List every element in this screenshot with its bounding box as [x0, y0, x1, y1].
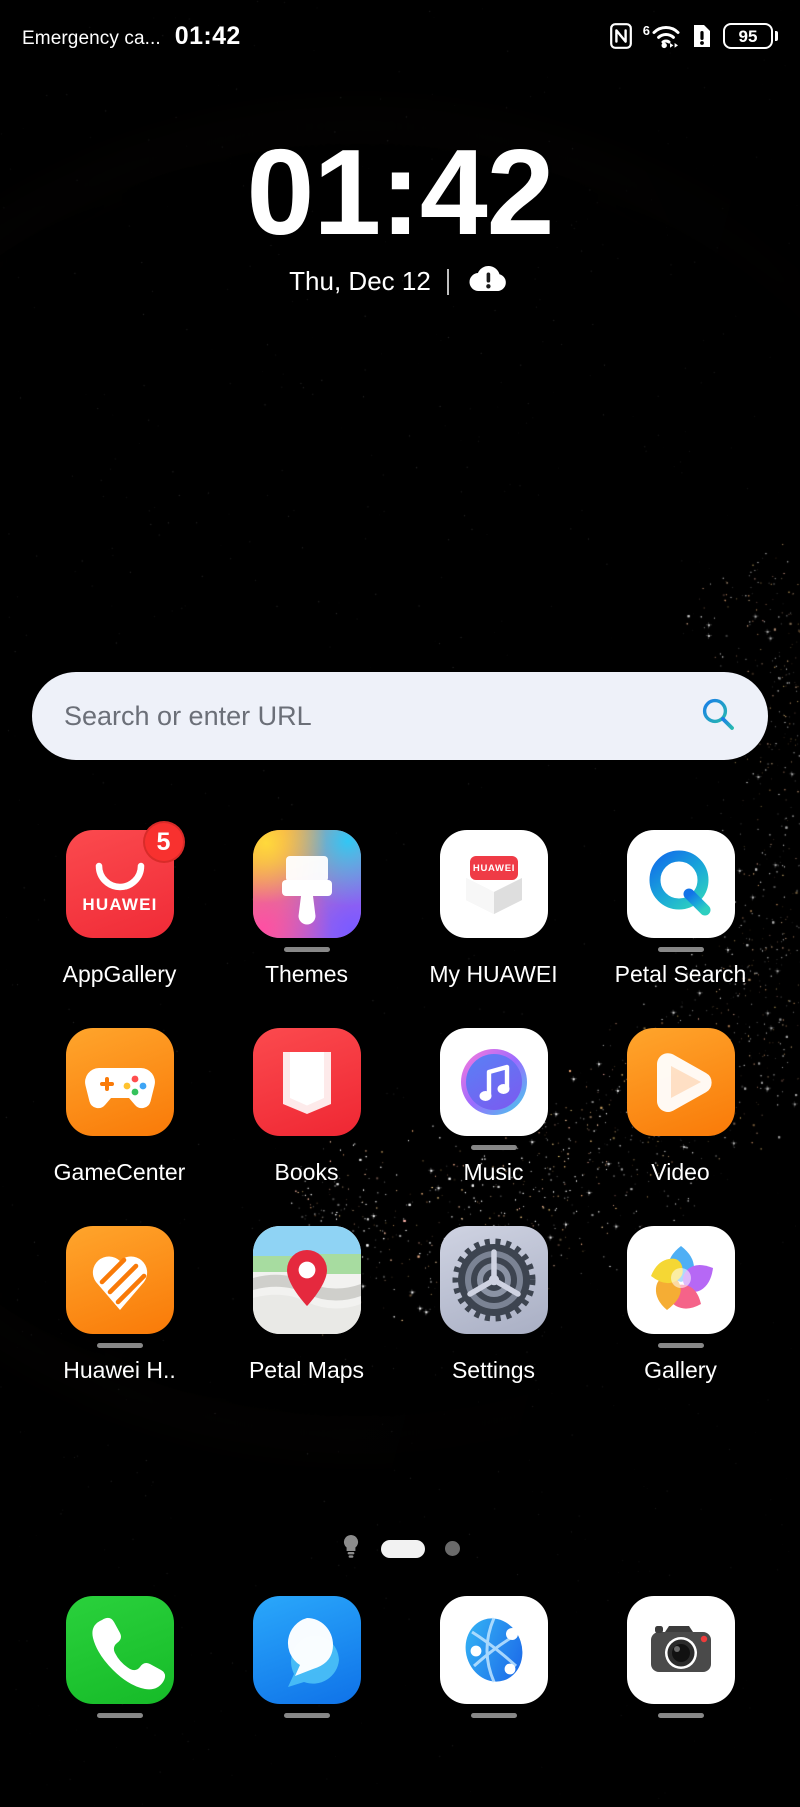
- update-bar: [657, 1713, 704, 1718]
- dock-item-camera[interactable]: [587, 1596, 774, 1718]
- clock-widget[interactable]: 01:42 Thu, Dec 12: [0, 128, 800, 301]
- app-label: Themes: [264, 961, 349, 987]
- gallery-icon[interactable]: [626, 1226, 735, 1334]
- icon-wrap: [439, 1226, 548, 1334]
- app-row: GameCenter Books Music Video: [26, 1028, 774, 1186]
- wifi-icon: 6: [643, 23, 681, 49]
- books-icon[interactable]: [252, 1028, 361, 1136]
- themes-icon[interactable]: [252, 830, 361, 938]
- app-label: AppGallery: [62, 961, 177, 987]
- app-label: Settings: [451, 1357, 536, 1383]
- icon-wrap: [65, 1226, 174, 1334]
- clock-subline: Thu, Dec 12: [0, 262, 800, 301]
- icon-wrap: [626, 1028, 735, 1136]
- app-books[interactable]: Books: [213, 1028, 400, 1186]
- update-bar: [283, 947, 330, 952]
- app-video[interactable]: Video: [587, 1028, 774, 1186]
- icon-wrap: [252, 1226, 361, 1334]
- app-appgallery[interactable]: HUAWEI 5 AppGallery: [26, 821, 213, 988]
- battery-cap: [775, 31, 778, 41]
- cloud-alert-icon[interactable]: [465, 262, 511, 301]
- dock-item-browser[interactable]: [400, 1596, 587, 1718]
- app-gamecenter[interactable]: GameCenter: [26, 1028, 213, 1186]
- update-bar: [283, 1713, 330, 1718]
- icon-wrap: [439, 1028, 548, 1136]
- app-label: Huawei H..: [63, 1357, 176, 1383]
- battery-body: 95: [723, 23, 773, 49]
- icon-wrap: [65, 1028, 174, 1136]
- subline-divider: [446, 268, 449, 295]
- app-petal-search[interactable]: Petal Search: [587, 830, 774, 988]
- video-icon[interactable]: [626, 1028, 735, 1136]
- wifi-generation-label: 6: [642, 23, 650, 38]
- page-indicator: [0, 1533, 800, 1564]
- icon-wrap: [252, 1028, 361, 1136]
- svg-text:HUAWEI: HUAWEI: [82, 895, 157, 914]
- update-bar: [96, 1713, 143, 1718]
- messages-icon[interactable]: [252, 1596, 361, 1704]
- svg-text:HUAWEI: HUAWEI: [472, 863, 514, 874]
- app-label: Video: [651, 1159, 710, 1185]
- update-bar: [657, 947, 704, 952]
- update-bar: [470, 1145, 517, 1150]
- status-bar-left: Emergency ca... 01:42: [22, 22, 241, 51]
- status-bar: Emergency ca... 01:42 6 95: [0, 0, 800, 72]
- icon-wrap: [626, 830, 735, 938]
- update-bar: [470, 1713, 517, 1718]
- app-themes[interactable]: Themes: [213, 830, 400, 988]
- my-huawei-icon[interactable]: HUAWEI: [439, 830, 548, 938]
- active-page-pill[interactable]: [380, 1539, 425, 1558]
- app-label: Books: [274, 1159, 339, 1185]
- search-bar[interactable]: Search or enter URL: [32, 672, 768, 760]
- app-label: Petal Search: [614, 961, 747, 987]
- app-label: GameCenter: [53, 1159, 186, 1185]
- status-bar-clock: 01:42: [174, 21, 241, 50]
- huawei-health-icon[interactable]: [65, 1226, 174, 1334]
- status-bar-right: 6 95: [609, 23, 778, 49]
- browser-icon[interactable]: [439, 1596, 548, 1704]
- search-icon[interactable]: [698, 694, 738, 739]
- sim-alert-icon: [692, 23, 712, 49]
- update-bar: [657, 1343, 704, 1348]
- app-label: Petal Maps: [248, 1357, 365, 1383]
- petal-maps-icon[interactable]: [252, 1226, 361, 1334]
- carrier-label: Emergency ca...: [22, 27, 161, 49]
- app-huawei-health[interactable]: Huawei H..: [26, 1226, 213, 1384]
- icon-wrap: [252, 830, 361, 938]
- petal-search-icon[interactable]: [626, 830, 735, 938]
- app-row: Huawei H.. Petal Maps Settings Gallery: [26, 1226, 774, 1384]
- battery-icon: 95: [723, 23, 778, 49]
- battery-level-label: 95: [738, 26, 758, 46]
- dock: [0, 1596, 800, 1718]
- app-label: Gallery: [644, 1357, 717, 1383]
- search-input[interactable]: Search or enter URL: [64, 701, 698, 732]
- app-label: My HUAWEI: [429, 961, 558, 987]
- camera-icon[interactable]: [626, 1596, 735, 1704]
- nfc-icon: [609, 23, 632, 49]
- lightbulb-icon[interactable]: [341, 1533, 361, 1564]
- icon-wrap: [626, 1226, 735, 1334]
- gamecenter-icon[interactable]: [65, 1028, 174, 1136]
- clock-time: 01:42: [246, 124, 554, 260]
- dock-item-phone[interactable]: [26, 1596, 213, 1718]
- phone-icon[interactable]: [65, 1596, 174, 1704]
- page-dot[interactable]: [444, 1541, 460, 1556]
- app-my-huawei[interactable]: HUAWEI My HUAWEI: [400, 830, 587, 988]
- app-gallery[interactable]: Gallery: [587, 1226, 774, 1384]
- app-label: Music: [463, 1159, 524, 1185]
- icon-wrap: HUAWEI: [439, 830, 548, 938]
- dock-row: [26, 1596, 774, 1718]
- dock-item-messages[interactable]: [213, 1596, 400, 1718]
- app-music[interactable]: Music: [400, 1028, 587, 1186]
- app-grid: HUAWEI 5 AppGallery Themes HUAWEI My HUA…: [0, 821, 800, 1384]
- update-bar: [96, 1343, 143, 1348]
- notification-badge: 5: [142, 821, 185, 863]
- settings-icon[interactable]: [439, 1226, 548, 1334]
- app-petal-maps[interactable]: Petal Maps: [213, 1226, 400, 1384]
- music-icon[interactable]: [439, 1028, 548, 1136]
- icon-wrap: HUAWEI 5: [65, 821, 185, 938]
- app-row: HUAWEI 5 AppGallery Themes HUAWEI My HUA…: [26, 821, 774, 988]
- app-settings[interactable]: Settings: [400, 1226, 587, 1384]
- clock-date: Thu, Dec 12: [289, 266, 431, 297]
